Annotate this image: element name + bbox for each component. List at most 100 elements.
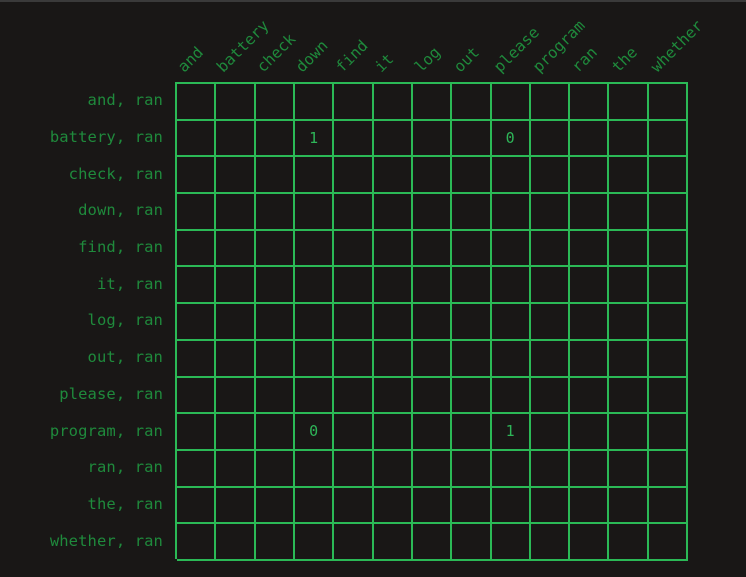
heatmap-cell[interactable] [531, 487, 571, 523]
heatmap-cell[interactable] [374, 487, 413, 523]
heatmap-cell[interactable] [177, 304, 217, 339]
heatmap-cell[interactable] [413, 120, 453, 156]
heatmap-cell[interactable] [531, 524, 571, 559]
heatmap-cell[interactable] [256, 230, 295, 266]
heatmap-cell[interactable] [531, 157, 571, 193]
heatmap-cell[interactable] [374, 84, 413, 119]
heatmap-cell[interactable] [374, 157, 413, 193]
heatmap-cell[interactable] [216, 84, 256, 119]
heatmap-cell[interactable] [295, 267, 335, 303]
heatmap-cell[interactable] [649, 340, 689, 376]
heatmap-cell[interactable] [216, 340, 256, 376]
heatmap-cell[interactable] [452, 157, 492, 193]
heatmap-cell[interactable] [177, 120, 217, 156]
heatmap-cell[interactable] [413, 84, 453, 119]
heatmap-cell[interactable]: 1 [492, 414, 531, 449]
heatmap-cell[interactable] [492, 340, 531, 376]
heatmap-cell[interactable] [531, 450, 571, 486]
heatmap-cell[interactable] [609, 120, 649, 156]
heatmap-cell[interactable] [334, 487, 374, 523]
heatmap-cell[interactable] [649, 524, 689, 559]
heatmap-cell[interactable] [570, 304, 610, 339]
heatmap-cell[interactable] [413, 304, 453, 339]
heatmap-cell[interactable]: 1 [295, 120, 335, 156]
heatmap-cell[interactable] [413, 157, 453, 193]
heatmap-cell[interactable] [334, 304, 374, 339]
heatmap-cell[interactable] [531, 230, 571, 266]
heatmap-cell[interactable] [216, 304, 256, 339]
heatmap-cell[interactable] [492, 84, 531, 119]
heatmap-cell[interactable] [334, 120, 374, 156]
heatmap-cell[interactable] [256, 377, 295, 413]
heatmap-cell[interactable] [177, 84, 217, 119]
heatmap-cell[interactable] [609, 230, 649, 266]
heatmap-cell[interactable] [452, 230, 492, 266]
heatmap-cell[interactable] [609, 267, 649, 303]
heatmap-cell[interactable] [649, 267, 689, 303]
heatmap-cell[interactable] [334, 157, 374, 193]
heatmap-cell[interactable] [334, 377, 374, 413]
heatmap-cell[interactable] [216, 524, 256, 559]
heatmap-cell[interactable] [649, 120, 689, 156]
heatmap-cell[interactable] [531, 267, 571, 303]
heatmap-cell[interactable] [177, 157, 217, 193]
heatmap-cell[interactable] [570, 120, 610, 156]
heatmap-cell[interactable] [295, 84, 335, 119]
heatmap-cell[interactable] [570, 194, 610, 229]
heatmap-cell[interactable] [649, 377, 689, 413]
heatmap-cell[interactable] [570, 340, 610, 376]
heatmap-cell[interactable] [256, 84, 295, 119]
heatmap-cell[interactable] [256, 340, 295, 376]
heatmap-cell[interactable] [413, 194, 453, 229]
heatmap-cell[interactable] [649, 230, 689, 266]
heatmap-cell[interactable] [452, 340, 492, 376]
heatmap-cell[interactable] [374, 120, 413, 156]
heatmap-cell[interactable] [649, 487, 689, 523]
heatmap-cell[interactable] [334, 194, 374, 229]
heatmap-cell[interactable] [334, 230, 374, 266]
heatmap-cell[interactable] [177, 230, 217, 266]
heatmap-cell[interactable] [570, 450, 610, 486]
heatmap-cell[interactable] [609, 450, 649, 486]
heatmap-cell[interactable] [452, 194, 492, 229]
heatmap-cell[interactable] [452, 267, 492, 303]
heatmap-cell[interactable] [649, 450, 689, 486]
heatmap-cell[interactable] [413, 340, 453, 376]
heatmap-cell[interactable] [570, 157, 610, 193]
heatmap-cell[interactable] [216, 414, 256, 449]
heatmap-cell[interactable] [216, 194, 256, 229]
heatmap-cell[interactable] [609, 487, 649, 523]
heatmap-cell[interactable] [413, 487, 453, 523]
heatmap-cell[interactable] [177, 377, 217, 413]
heatmap-cell[interactable] [177, 194, 217, 229]
heatmap-cell[interactable] [334, 450, 374, 486]
heatmap-cell[interactable] [177, 450, 217, 486]
heatmap-cell[interactable] [256, 450, 295, 486]
heatmap-cell[interactable] [649, 194, 689, 229]
heatmap-cell[interactable] [492, 230, 531, 266]
heatmap-cell[interactable] [492, 377, 531, 413]
heatmap-cell[interactable] [216, 157, 256, 193]
heatmap-cell[interactable] [609, 377, 649, 413]
heatmap-cell[interactable] [492, 267, 531, 303]
heatmap-cell[interactable] [492, 450, 531, 486]
heatmap-cell[interactable] [256, 414, 295, 449]
heatmap-cell[interactable] [295, 377, 335, 413]
heatmap-cell[interactable] [413, 230, 453, 266]
heatmap-cell[interactable] [295, 194, 335, 229]
heatmap-cell[interactable] [570, 487, 610, 523]
heatmap-cell[interactable] [216, 450, 256, 486]
heatmap-cell[interactable] [531, 340, 571, 376]
heatmap-cell[interactable] [649, 304, 689, 339]
heatmap-cell[interactable] [374, 230, 413, 266]
heatmap-cell[interactable] [295, 450, 335, 486]
heatmap-cell[interactable] [570, 524, 610, 559]
heatmap-cell[interactable] [256, 120, 295, 156]
heatmap-cell[interactable] [334, 414, 374, 449]
heatmap-cell[interactable] [452, 487, 492, 523]
heatmap-cell[interactable] [570, 230, 610, 266]
heatmap-cell[interactable] [609, 157, 649, 193]
heatmap-cell[interactable] [531, 304, 571, 339]
heatmap-cell[interactable] [609, 524, 649, 559]
heatmap-cell[interactable] [295, 304, 335, 339]
